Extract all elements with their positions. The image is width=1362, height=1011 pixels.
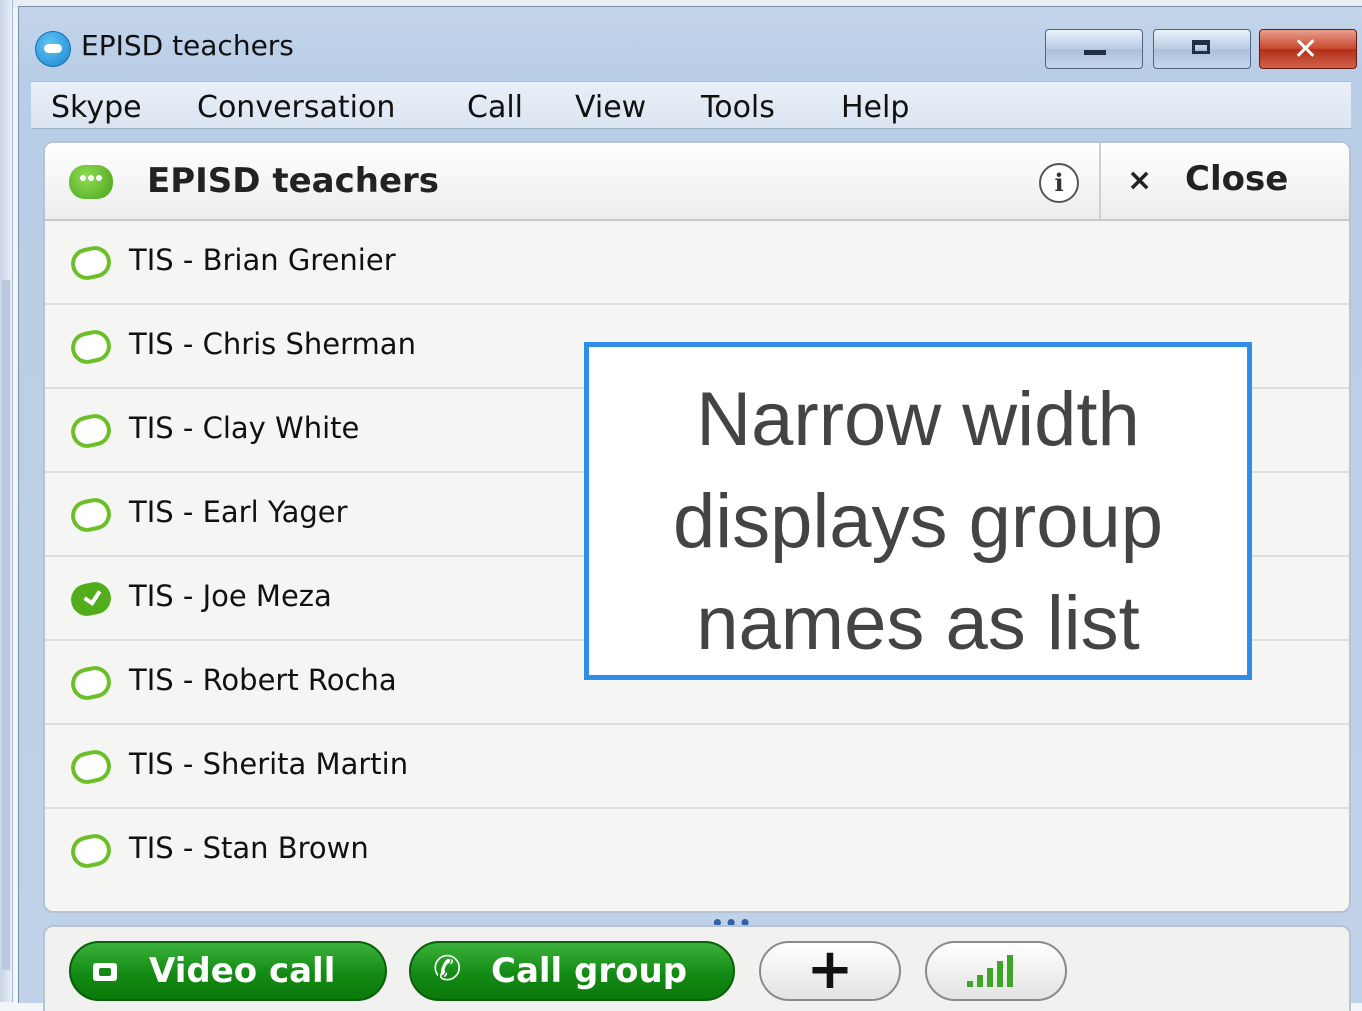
video-camera-icon [93,963,117,981]
call-group-label: Call group [491,951,688,991]
menu-skype[interactable]: Skype [51,90,142,125]
offline-status-icon [68,243,114,283]
desktop-left-edge [0,0,13,1002]
menu-tools[interactable]: Tools [701,90,775,125]
offline-status-icon [68,663,114,703]
minimize-button[interactable] [1045,29,1143,69]
desktop-highlight [2,280,10,970]
info-icon[interactable]: i [1039,163,1079,203]
signal-bars-icon [967,955,1023,987]
conversation-title: EPISD teachers [147,161,440,201]
offline-status-icon [68,327,114,367]
annotation-text: Narrow width displays group names as lis… [589,369,1247,675]
group-chat-icon [69,165,113,199]
member-name: TIS - Stan Brown [129,831,369,865]
conversation-header: EPISD teachers i × Close [45,143,1349,221]
offline-status-icon [68,747,114,787]
member-list-item[interactable]: TIS - Stan Brown [45,809,1349,891]
video-call-button[interactable]: Video call [69,941,387,1001]
phone-icon: ✆ [433,949,462,989]
minimize-icon [1084,50,1106,55]
member-name: TIS - Joe Meza [129,579,332,613]
member-name: TIS - Earl Yager [129,495,348,529]
menu-call[interactable]: Call [467,90,523,125]
call-group-button[interactable]: ✆ Call group [409,941,735,1001]
maximize-button[interactable] [1153,29,1251,69]
window-close-button[interactable]: ✕ [1259,29,1357,69]
menu-help[interactable]: Help [841,90,909,125]
plus-icon: + [806,937,854,1002]
window-title: EPISD teachers [81,29,294,62]
maximize-icon [1192,40,1210,54]
offline-status-icon [68,495,114,535]
close-conversation-button[interactable]: Close [1185,159,1288,199]
annotation-line: Narrow width [696,377,1140,462]
call-quality-button[interactable] [925,941,1067,1001]
member-name: TIS - Brian Grenier [129,243,396,277]
online-status-icon [68,579,114,619]
offline-status-icon [68,411,114,451]
video-call-label: Video call [149,951,336,991]
member-name: TIS - Robert Rocha [129,663,397,697]
header-divider [1099,143,1101,219]
member-name: TIS - Clay White [129,411,360,445]
annotation-line: names as list [696,581,1140,666]
member-name: TIS - Sherita Martin [129,747,409,781]
title-bar[interactable]: EPISD teachers ✕ [19,7,1362,79]
member-list-item[interactable]: TIS - Sherita Martin [45,725,1349,809]
skype-logo-icon [35,31,71,67]
menu-conversation[interactable]: Conversation [197,90,395,125]
offline-status-icon [68,831,114,871]
member-list-item[interactable]: TIS - Brian Grenier [45,221,1349,305]
menu-bar: Skype Conversation Call View Tools Help [31,81,1351,129]
menu-view[interactable]: View [575,90,646,125]
annotation-callout: Narrow width displays group names as lis… [584,342,1252,680]
close-icon: ✕ [1293,32,1319,67]
call-toolbar: Video call ✆ Call group + [43,925,1351,1011]
annotation-line: displays group [672,479,1164,564]
member-name: TIS - Chris Sherman [129,327,416,361]
add-button[interactable]: + [759,937,901,1002]
close-x-icon[interactable]: × [1127,163,1152,198]
